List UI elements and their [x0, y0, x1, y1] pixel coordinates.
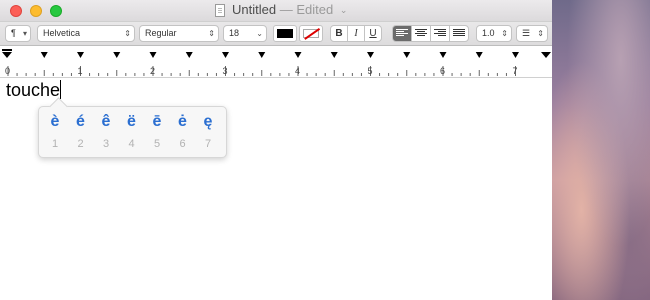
ruler-number: 0: [5, 66, 11, 76]
list-style-select[interactable]: ☰ ⇕: [516, 25, 548, 42]
tab-stop-marker[interactable]: [403, 52, 411, 58]
line-spacing-value: 1.0: [482, 28, 495, 38]
tab-stop-marker[interactable]: [330, 52, 338, 58]
accent-option[interactable]: è: [44, 113, 66, 131]
text-caret: [60, 80, 62, 99]
ruler-number: 2: [150, 66, 156, 76]
document-icon: [215, 4, 225, 17]
desktop-wallpaper: [552, 0, 650, 300]
accent-option[interactable]: ē: [146, 113, 168, 131]
chevron-down-icon: ⌄: [256, 29, 263, 38]
ruler-graphic: [2, 49, 551, 76]
align-center-button[interactable]: [411, 25, 431, 42]
font-family-select[interactable]: Helvetica ⇕: [37, 25, 135, 42]
ruler-number: 7: [512, 66, 518, 76]
align-right-icon: [434, 29, 446, 38]
align-left-icon: [396, 29, 408, 38]
tab-stop-marker[interactable]: [439, 52, 447, 58]
tab-stop-marker[interactable]: [294, 52, 302, 58]
ruler-number: 1: [77, 66, 83, 76]
typeface-value: Regular: [145, 28, 177, 38]
list-bullets-icon: ☰: [522, 28, 531, 38]
accent-option[interactable]: ė: [172, 113, 194, 131]
text-color-swatch: [277, 29, 293, 38]
textedit-window: Untitled — Edited ⌄ ¶ ▾ Helvetica ⇕ Regu…: [0, 0, 552, 300]
accent-shortcut-number: 1: [51, 138, 59, 150]
document-text[interactable]: touche: [6, 80, 62, 101]
left-indent-marker[interactable]: [2, 52, 12, 58]
align-right-button[interactable]: [430, 25, 450, 42]
stepper-arrows-icon: ⇕: [124, 29, 131, 38]
document-name: Untitled: [232, 2, 277, 17]
ruler-number: 6: [440, 66, 446, 76]
accent-shortcut-number: 5: [153, 138, 161, 150]
tab-stop-marker[interactable]: [475, 52, 483, 58]
stepper-arrows-icon: ⇕: [501, 29, 508, 38]
first-line-indent-marker[interactable]: [2, 49, 12, 51]
ruler[interactable]: 0 1 2 3 4 5 6 7: [0, 46, 552, 78]
paragraph-icon: ¶: [11, 28, 16, 38]
title-bar[interactable]: Untitled — Edited ⌄: [0, 0, 552, 22]
accent-shortcut-number: 7: [204, 138, 212, 150]
stepper-arrows-icon: ⇕: [537, 29, 544, 38]
accent-option[interactable]: ê: [95, 113, 117, 131]
document-content: touche: [6, 80, 61, 100]
tab-stop-marker[interactable]: [512, 52, 519, 58]
accent-shortcut-number: 3: [102, 138, 110, 150]
tab-stop-marker[interactable]: [258, 52, 266, 58]
ruler-number: 4: [295, 66, 301, 76]
line-spacing-select[interactable]: 1.0 ⇕: [476, 25, 512, 42]
typeface-select[interactable]: Regular ⇕: [139, 25, 219, 42]
text-color-well[interactable]: [273, 25, 297, 42]
chevron-down-icon: ▾: [22, 29, 27, 38]
tab-stop-marker[interactable]: [40, 52, 48, 58]
ruler-number: 5: [367, 66, 373, 76]
zoom-button[interactable]: [50, 5, 62, 17]
tab-stop-marker[interactable]: [185, 52, 193, 58]
edited-status: — Edited: [279, 2, 334, 17]
tab-stop-marker[interactable]: [149, 52, 157, 58]
close-button[interactable]: [10, 5, 22, 17]
accent-option[interactable]: é: [70, 113, 92, 131]
justify-icon: [453, 29, 465, 38]
tab-stop-marker[interactable]: [113, 52, 121, 58]
format-toolbar: ¶ ▾ Helvetica ⇕ Regular ⇕ 18 ⌄ B I U 1.0…: [0, 22, 552, 46]
font-size-combo[interactable]: 18 ⌄: [223, 25, 267, 42]
accent-picker-popup: è 1é 2ê 3ë 4ē 5ė 6ę 7: [38, 97, 227, 158]
tab-stop-marker[interactable]: [367, 52, 374, 58]
underline-button[interactable]: U: [364, 25, 382, 42]
bold-button[interactable]: B: [330, 25, 348, 42]
accent-option[interactable]: ë: [121, 113, 143, 131]
accent-shortcut-number: 4: [128, 138, 135, 150]
right-indent-marker[interactable]: [541, 52, 551, 58]
stepper-arrows-icon: ⇕: [208, 29, 215, 38]
chevron-down-icon: ⌄: [339, 5, 348, 15]
highlight-color-well[interactable]: [299, 25, 323, 42]
accent-option[interactable]: ę: [197, 113, 219, 131]
accent-shortcut-number: 2: [77, 138, 84, 150]
accent-shortcut-number: 6: [179, 138, 186, 150]
font-size-value: 18: [229, 28, 240, 38]
tab-stop-marker[interactable]: [77, 52, 84, 58]
align-left-button[interactable]: [392, 25, 412, 42]
justify-button[interactable]: [449, 25, 469, 42]
italic-button[interactable]: I: [347, 25, 365, 42]
minimize-button[interactable]: [30, 5, 42, 17]
tab-stop-marker[interactable]: [222, 52, 229, 58]
ruler-number: 3: [222, 66, 228, 76]
align-center-icon: [415, 29, 427, 38]
tab-stops: [40, 52, 519, 58]
paragraph-style-menu[interactable]: ¶ ▾: [5, 25, 31, 42]
font-family-value: Helvetica: [43, 28, 81, 38]
window-title[interactable]: Untitled — Edited ⌄: [232, 2, 347, 17]
screen: Untitled — Edited ⌄ ¶ ▾ Helvetica ⇕ Regu…: [0, 0, 650, 300]
